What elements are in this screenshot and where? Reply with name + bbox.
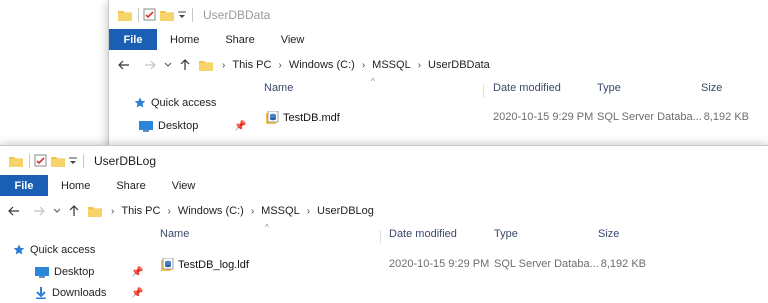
recent-locations-icon[interactable] bbox=[161, 62, 175, 68]
recent-locations-icon[interactable] bbox=[50, 208, 64, 214]
title-bar[interactable]: UserDBData bbox=[109, 0, 768, 29]
breadcrumb-drive[interactable]: Windows (C:) bbox=[178, 205, 244, 217]
column-header-size[interactable]: Size bbox=[598, 228, 619, 240]
sort-indicator-icon: ^ bbox=[265, 223, 269, 232]
window-title: UserDBData bbox=[203, 7, 271, 22]
pin-icon[interactable]: 📌 bbox=[131, 288, 143, 299]
column-header-type[interactable]: Type bbox=[494, 228, 518, 240]
table-row[interactable]: TestDB_log.ldf 2020-10-15 9:29 PM SQL Se… bbox=[0, 255, 768, 275]
file-name[interactable]: TestDB.mdf bbox=[283, 112, 340, 124]
ribbon-tabs: File Home Share View bbox=[109, 29, 768, 50]
breadcrumb-chevron-icon[interactable]: › bbox=[251, 206, 254, 217]
file-type: SQL Server Databa... bbox=[597, 111, 702, 123]
tab-share[interactable]: Share bbox=[212, 29, 267, 50]
customize-toolbar-icon[interactable] bbox=[178, 10, 186, 20]
tab-home[interactable]: Home bbox=[48, 175, 103, 196]
breadcrumb-chevron-icon[interactable]: › bbox=[111, 206, 114, 217]
forward-arrow-icon[interactable] bbox=[139, 60, 161, 70]
explorer-window-userdblog[interactable]: UserDBLog File Home Share View › This PC… bbox=[0, 145, 768, 303]
tab-home[interactable]: Home bbox=[157, 29, 212, 50]
file-date: 2020-10-15 9:29 PM bbox=[493, 111, 594, 123]
properties-icon[interactable] bbox=[34, 154, 47, 167]
explorer-window-userdbdata[interactable]: UserDBData File Home Share View › This P… bbox=[108, 0, 768, 148]
file-tab[interactable]: File bbox=[109, 29, 157, 50]
tab-view[interactable]: View bbox=[268, 29, 318, 50]
tab-view[interactable]: View bbox=[159, 175, 209, 196]
breadcrumb-drive[interactable]: Windows (C:) bbox=[289, 59, 355, 71]
file-name[interactable]: TestDB_log.ldf bbox=[178, 259, 249, 271]
title-bar[interactable]: UserDBLog bbox=[0, 146, 768, 175]
breadcrumb-chevron-icon[interactable]: › bbox=[278, 60, 281, 71]
breadcrumb-mssql[interactable]: MSSQL bbox=[372, 59, 411, 71]
new-folder-icon[interactable] bbox=[160, 9, 174, 21]
location-folder-icon bbox=[84, 205, 106, 217]
breadcrumb-this-pc[interactable]: This PC bbox=[232, 59, 271, 71]
file-size: 8,192 KB bbox=[600, 258, 646, 270]
file-type: SQL Server Databa... bbox=[494, 258, 599, 270]
column-header-size[interactable]: Size bbox=[701, 82, 722, 94]
breadcrumb-chevron-icon[interactable]: › bbox=[222, 60, 225, 71]
download-arrow-icon bbox=[36, 287, 46, 299]
breadcrumb-chevron-icon[interactable]: › bbox=[307, 206, 310, 217]
address-bar[interactable]: › This PC › Windows (C:) › MSSQL › UserD… bbox=[109, 50, 768, 80]
navpane-downloads[interactable]: Downloads bbox=[35, 287, 106, 299]
up-arrow-icon[interactable] bbox=[175, 59, 195, 71]
file-date: 2020-10-15 9:29 PM bbox=[389, 258, 490, 270]
file-tab[interactable]: File bbox=[0, 175, 48, 196]
breadcrumb-this-pc[interactable]: This PC bbox=[121, 205, 160, 217]
breadcrumb-chevron-icon[interactable]: › bbox=[362, 60, 365, 71]
back-arrow-icon[interactable] bbox=[109, 60, 139, 70]
forward-arrow-icon[interactable] bbox=[28, 206, 50, 216]
ribbon-tabs: File Home Share View bbox=[0, 175, 768, 196]
column-header-name[interactable]: Name bbox=[264, 82, 293, 94]
breadcrumb-current[interactable]: UserDBLog bbox=[317, 205, 374, 217]
up-arrow-icon[interactable] bbox=[64, 205, 84, 217]
location-folder-icon bbox=[195, 59, 217, 71]
file-size: 8,192 KB bbox=[703, 111, 749, 123]
back-arrow-icon[interactable] bbox=[0, 206, 28, 216]
sort-indicator-icon: ^ bbox=[371, 77, 375, 86]
table-row[interactable]: TestDB.mdf 2020-10-15 9:29 PM SQL Server… bbox=[109, 108, 768, 128]
column-header-date[interactable]: Date modified bbox=[389, 228, 457, 240]
column-header-date[interactable]: Date modified bbox=[493, 82, 561, 94]
new-folder-icon[interactable] bbox=[51, 155, 65, 167]
column-header-name[interactable]: Name bbox=[160, 228, 189, 240]
breadcrumb-chevron-icon[interactable]: › bbox=[167, 206, 170, 217]
properties-icon[interactable] bbox=[143, 8, 156, 21]
database-log-file-icon bbox=[161, 258, 174, 271]
breadcrumb-chevron-icon[interactable]: › bbox=[418, 60, 421, 71]
breadcrumb-mssql[interactable]: MSSQL bbox=[261, 205, 300, 217]
breadcrumb-current[interactable]: UserDBData bbox=[428, 59, 490, 71]
database-file-icon bbox=[266, 111, 279, 124]
tab-share[interactable]: Share bbox=[103, 175, 158, 196]
customize-toolbar-icon[interactable] bbox=[69, 156, 77, 166]
address-bar[interactable]: › This PC › Windows (C:) › MSSQL › UserD… bbox=[0, 196, 768, 226]
window-title: UserDBLog bbox=[94, 153, 157, 168]
folder-icon bbox=[9, 155, 23, 167]
column-header-type[interactable]: Type bbox=[597, 82, 621, 94]
folder-icon bbox=[118, 9, 132, 21]
